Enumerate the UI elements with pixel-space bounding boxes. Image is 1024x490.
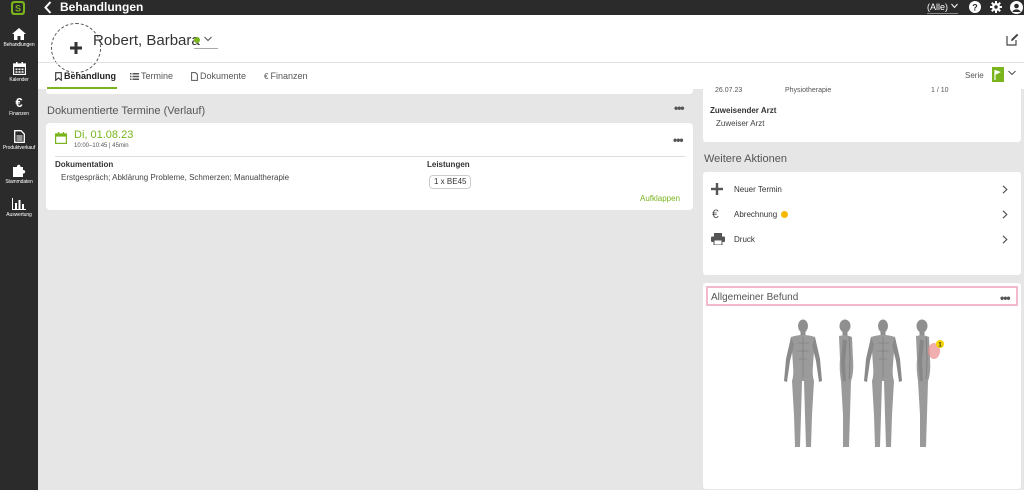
referring-doctor-label: Zuweisender Arzt [710, 106, 777, 115]
chevron-down-icon[interactable] [1008, 70, 1016, 76]
app-logo[interactable]: S [8, 0, 28, 16]
expand-link[interactable]: Aufklappen [640, 194, 680, 203]
patient-header: Robert, Barbara Behandlung Termine Dokum… [38, 15, 1024, 89]
series-flag-icon[interactable] [992, 67, 1004, 82]
appointment-more-button[interactable]: ••• [673, 134, 684, 146]
tab-behandlung[interactable]: Behandlung [47, 63, 117, 89]
sidebar-item-label: Behandlungen [3, 42, 35, 48]
chevron-right-icon [1002, 185, 1008, 194]
file-icon [191, 72, 198, 82]
status-select[interactable] [194, 33, 218, 49]
collapsed-card-bottom [46, 89, 693, 94]
verlauf-title: Dokumentierte Termine (Verlauf) [47, 105, 206, 117]
appointment-card: Di, 01.08.23 10:00–10:45 | 45min ••• Dok… [46, 123, 693, 210]
sidebar-item-label: Kalender [9, 77, 29, 83]
tab-bar: Behandlung Termine Dokumente € Finanzen S… [38, 62, 1024, 89]
action-print[interactable]: Druck [703, 230, 1023, 250]
chevron-down-icon [951, 3, 958, 9]
help-icon[interactable]: ? [969, 1, 981, 13]
euro-icon: € [15, 95, 23, 110]
befund-card: Allgemeiner Befund ••• 1 [703, 283, 1021, 489]
tab-dokumente[interactable]: Dokumente [191, 63, 246, 89]
sidebar-item-label: Produktverkauf [2, 145, 36, 151]
back-arrow-icon[interactable] [44, 1, 52, 14]
puzzle-icon [12, 164, 25, 177]
action-label: Abrechnung [734, 210, 789, 219]
edit-icon[interactable] [1006, 33, 1019, 46]
status-badge [781, 211, 789, 219]
calendar-icon [12, 62, 26, 75]
referring-doctor-value: Zuweiser Arzt [716, 119, 765, 128]
plus-icon [70, 42, 82, 54]
gear-icon[interactable] [990, 1, 1002, 13]
plus-icon [711, 183, 723, 195]
tab-label: Termine [141, 71, 174, 81]
euro-icon: € [712, 207, 719, 221]
appointment-time: 10:00–10:45 | 45min [74, 143, 129, 149]
leistungen-label: Leistungen [427, 160, 470, 169]
filter-select[interactable]: (Alle) [927, 2, 959, 14]
tab-termine[interactable]: Termine [130, 63, 173, 89]
sidebar-item-kalender[interactable]: Kalender [0, 62, 38, 83]
treatment-info-card: 26.07.23 Physiotherapie 1 / 10 Zuweisend… [703, 87, 1021, 142]
chevron-right-icon [1002, 235, 1008, 244]
serie-label: Serie [965, 71, 984, 80]
user-icon[interactable] [1010, 1, 1023, 14]
logo-letter: S [15, 4, 21, 14]
leistung-badge: 1 x BE45 [429, 175, 472, 189]
sidebar-item-label: Finanzen [9, 111, 29, 117]
list-icon [130, 73, 139, 81]
top-bar: Behandlungen (Alle) ? [38, 0, 1024, 15]
befund-title: Allgemeiner Befund [711, 292, 799, 303]
documentation-label: Dokumentation [55, 160, 114, 169]
svg-text:?: ? [972, 3, 978, 13]
actions-title: Weitere Aktionen [704, 153, 787, 165]
action-label: Druck [734, 235, 755, 244]
patient-name: Robert, Barbara [93, 32, 200, 49]
series-row-count: 1 / 10 [931, 87, 949, 94]
tab-label: Dokumente [200, 71, 247, 81]
sidebar-item-finanzen[interactable]: € Finanzen [0, 96, 38, 117]
appointment-date[interactable]: Di, 01.08.23 [74, 129, 133, 141]
divider [55, 156, 685, 157]
chevron-right-icon [1002, 210, 1008, 219]
action-billing[interactable]: € Abrechnung [703, 205, 1023, 225]
chevron-down-icon [204, 36, 212, 42]
action-label: Neuer Termin [734, 185, 782, 194]
tab-label: Finanzen [270, 71, 308, 81]
series-row-type: Physiotherapie [785, 87, 832, 94]
action-new-appointment[interactable]: Neuer Termin [703, 180, 1023, 200]
sidebar-item-produktverkauf[interactable]: Produktverkauf [0, 130, 38, 151]
euro-icon: € [264, 71, 269, 81]
sidebar-item-behandlungen[interactable]: Behandlungen [0, 28, 38, 48]
sidebar-item-label: Stammdaten [5, 179, 33, 185]
home-icon [12, 28, 26, 40]
sidebar-item-auswertung[interactable]: Auswertung [0, 198, 38, 218]
calendar-icon [55, 132, 67, 144]
verlauf-more-button[interactable]: ••• [674, 102, 685, 114]
actions-card: Neuer Termin € Abrechnung Druck [703, 172, 1021, 275]
series-row-date: 26.07.23 [715, 87, 743, 94]
sidebar-item-label: Auswertung [6, 212, 32, 218]
tab-label: Behandlung [64, 71, 116, 81]
filter-value: (Alle) [927, 2, 949, 12]
body-chart[interactable]: 1 [783, 317, 948, 452]
documentation-text: Erstgespräch; Abklärung Probleme, Schmer… [61, 173, 290, 182]
bookmark-icon [55, 72, 62, 82]
sidebar: S Behandlungen Kalender € Finanzen Produ… [0, 0, 38, 490]
printer-icon [711, 233, 725, 245]
page-title: Behandlungen [60, 0, 144, 14]
document-icon [13, 130, 25, 143]
status-dot [194, 37, 200, 43]
befund-header: Allgemeiner Befund ••• [706, 286, 1018, 306]
bar-chart-icon [12, 198, 26, 210]
tab-finanzen[interactable]: € Finanzen [264, 63, 307, 89]
sidebar-item-stammdaten[interactable]: Stammdaten [0, 164, 38, 185]
befund-more-button[interactable]: ••• [1000, 292, 1011, 304]
